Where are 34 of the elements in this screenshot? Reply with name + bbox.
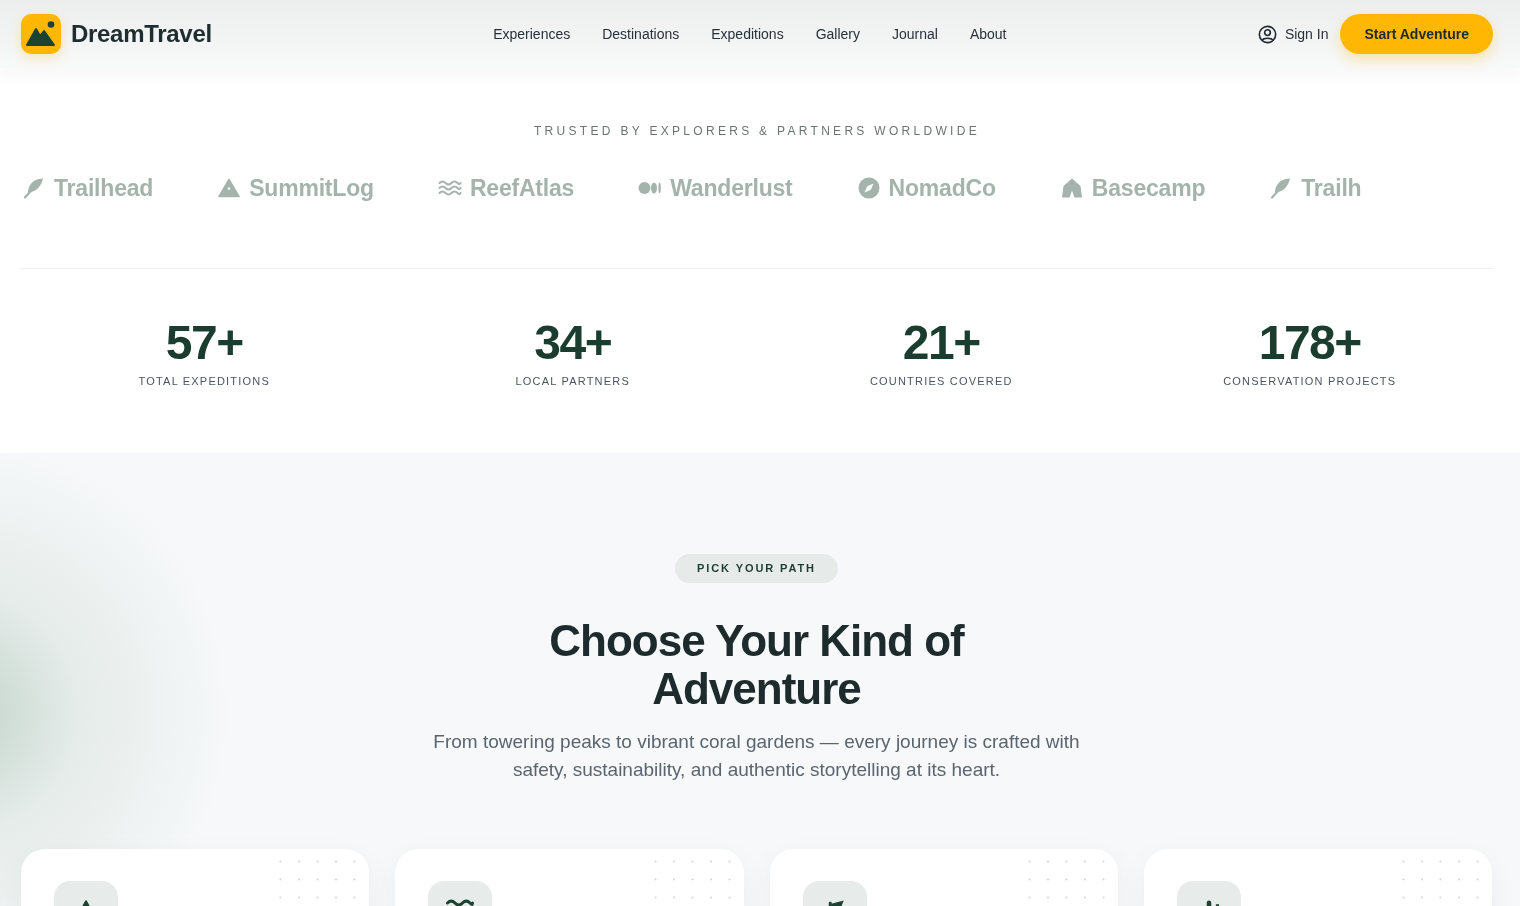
tent-icon — [1059, 176, 1084, 200]
stat-value: 178+ — [1258, 319, 1361, 367]
user-icon — [1257, 24, 1277, 44]
partner-name: NomadCo — [888, 174, 996, 202]
sign-in-link[interactable]: Sign In — [1257, 24, 1329, 44]
mountain-icon — [217, 176, 242, 200]
stat-label: TOTAL EXPEDITIONS — [138, 374, 270, 388]
stat-value: 34+ — [534, 319, 612, 367]
nav-link[interactable]: Gallery — [815, 26, 860, 42]
partner-name: Trailh — [1301, 174, 1362, 202]
feather-icon — [22, 176, 46, 200]
nav-link[interactable]: About — [969, 26, 1007, 42]
partner-name: Basecamp — [1091, 174, 1206, 202]
nav-link[interactable]: Journal — [892, 26, 938, 42]
partner-name: SummitLog — [249, 174, 374, 202]
section-badge: PICK YOUR PATH — [675, 554, 838, 583]
brand-name[interactable]: DreamTravel — [71, 20, 212, 48]
partner-name: Wanderlust — [670, 174, 793, 202]
section-subtitle: From towering peaks to vibrant coral gardens — every journey is crafted with safety, sustainability, and authentic storytelling at its heart. — [432, 730, 1081, 782]
compass-icon — [856, 176, 881, 200]
mountain-logo-icon — [21, 14, 61, 54]
section-title: Choose Your Kind of Adventure — [548, 617, 966, 713]
stat-label: COUNTRIES COVERED — [869, 374, 1013, 388]
nav-link[interactable]: Destinations — [602, 26, 680, 42]
start-adventure-button[interactable]: Start Adventure — [1340, 14, 1493, 54]
nav-link[interactable]: Expeditions — [711, 26, 784, 42]
stat-value: 57+ — [165, 319, 243, 367]
stat-label: CONSERVATION PROJECTS — [1223, 374, 1397, 388]
stat-value: 21+ — [902, 319, 980, 367]
stat-label: LOCAL PARTNERS — [515, 374, 630, 388]
nav-link[interactable]: Experiences — [493, 26, 571, 42]
partner-name: ReefAtlas — [469, 174, 575, 202]
partner-name: Trailhead — [54, 174, 154, 202]
section-heading: TRUSTED BY EXPLORERS & PARTNERS WORLDWIDE — [533, 124, 981, 138]
